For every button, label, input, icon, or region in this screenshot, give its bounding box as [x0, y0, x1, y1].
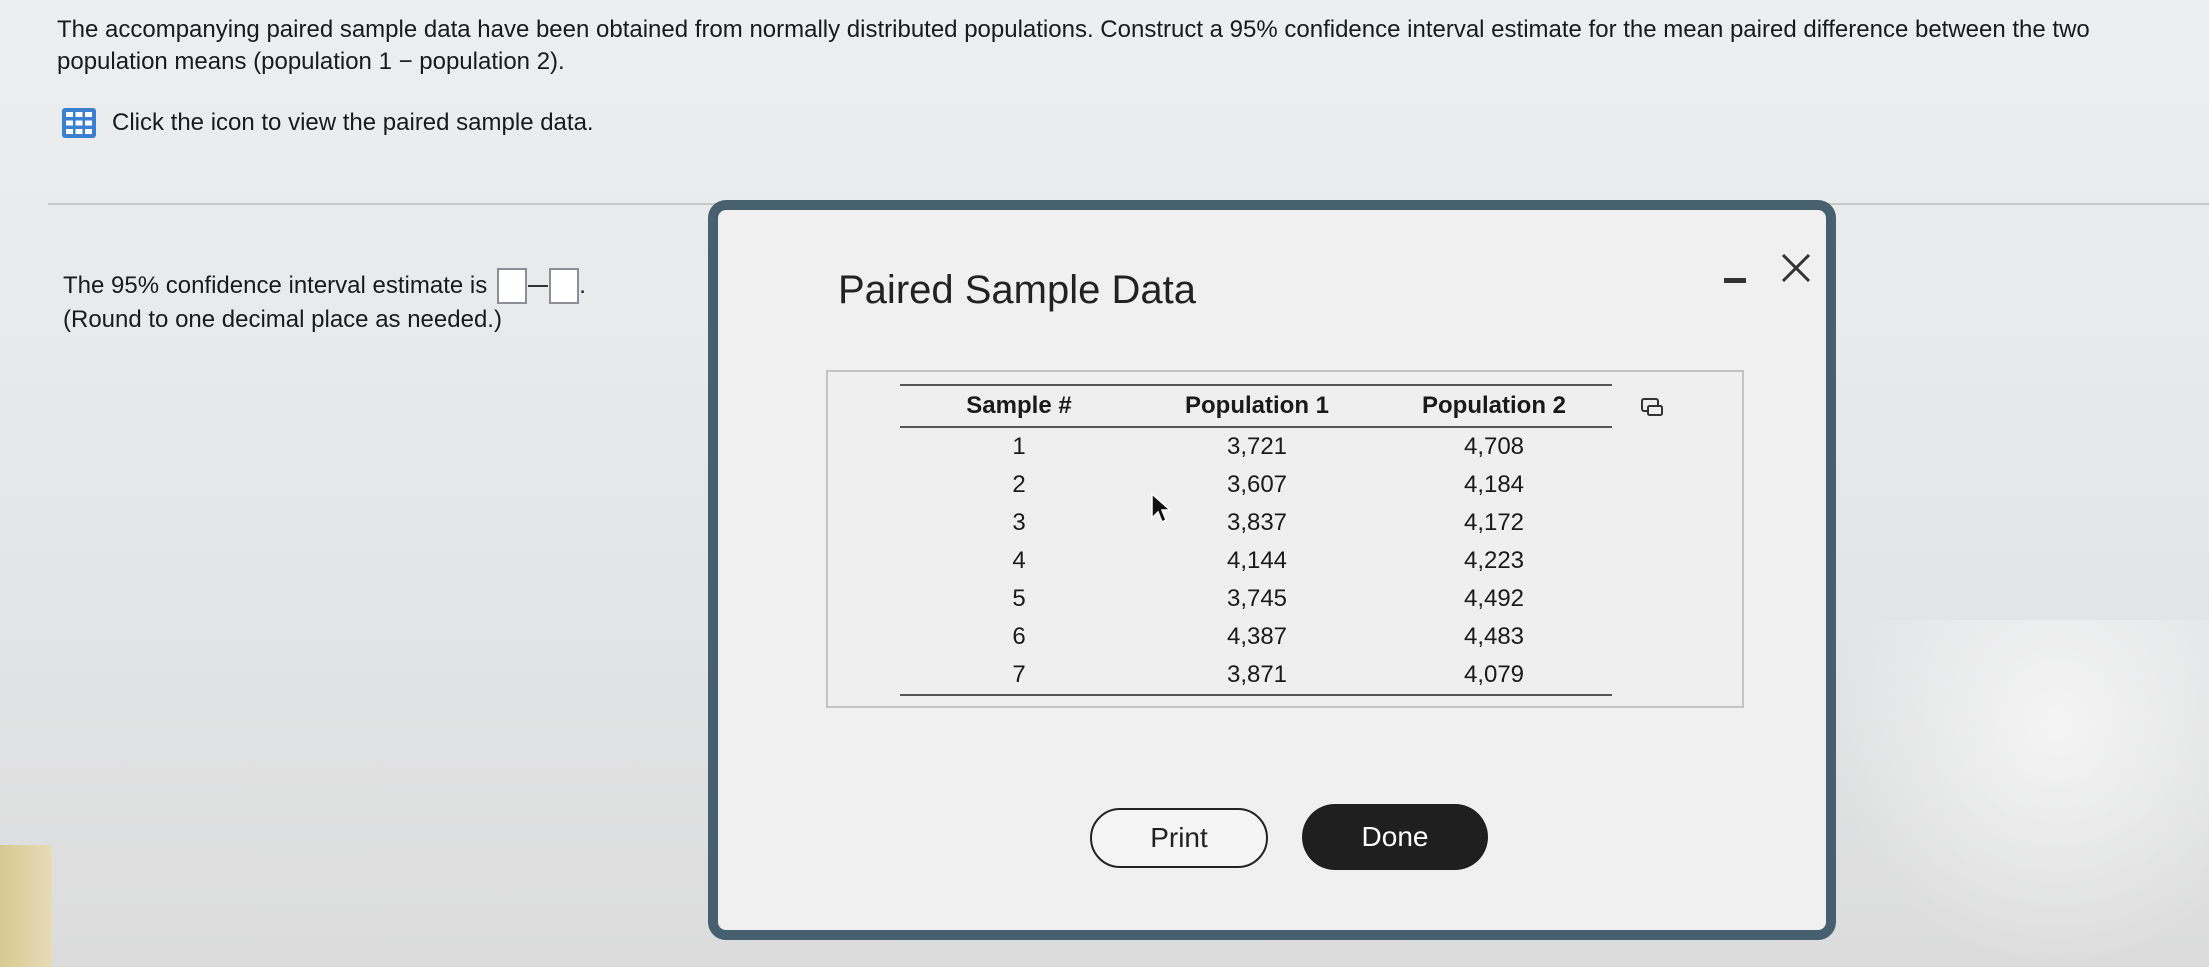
sample-cell: 5: [1012, 585, 1026, 612]
paired-data-link[interactable]: Click the icon to view the paired sample…: [62, 108, 594, 138]
population-2-cell: 4,483: [1463, 623, 1525, 650]
column-header-population-2: Population 2: [1422, 392, 1566, 419]
sample-cell: 1: [1012, 433, 1026, 460]
table-row: 7 3,871 4,079: [900, 656, 1612, 695]
table-row: 6 4,387 4,483: [900, 618, 1612, 656]
population-1-cell: 3,837: [1226, 509, 1288, 536]
mouse-pointer-icon: [1151, 492, 1172, 524]
rounding-note: (Round to one decimal place as needed.): [63, 306, 502, 333]
table-row: 4 4,144 4,223: [900, 542, 1612, 580]
copy-icon[interactable]: [1640, 396, 1664, 418]
ci-prefix-text: The 95% confidence interval estimate is: [63, 272, 488, 299]
grid-icon[interactable]: [62, 108, 96, 138]
population-2-cell: 4,079: [1463, 661, 1525, 688]
population-1-cell: 4,387: [1226, 623, 1288, 650]
table-row: 1 3,721 4,708: [900, 427, 1612, 466]
population-2-cell: 4,172: [1463, 509, 1525, 536]
paired-data-link-label[interactable]: Click the icon to view the paired sample…: [112, 109, 594, 137]
table-row: 5 3,745 4,492: [900, 580, 1612, 618]
column-header-population-1: Population 1: [1185, 392, 1329, 419]
sample-cell: 4: [1012, 547, 1026, 574]
sample-cell: 6: [1012, 623, 1026, 650]
ci-upper-input[interactable]: [549, 268, 580, 304]
confidence-interval-prompt: The 95% confidence interval estimate is …: [63, 268, 586, 304]
data-table-frame: Sample # Population 1 Population 2 1 3,7…: [826, 370, 1744, 708]
ci-suffix-text: .: [579, 272, 586, 299]
paired-data-table: Sample # Population 1 Population 2 1 3,7…: [900, 384, 1612, 696]
population-1-cell: 3,607: [1226, 471, 1288, 498]
background-glare: [1829, 620, 2209, 967]
question-text: The accompanying paired sample data have…: [57, 16, 2090, 75]
population-1-cell: 4,144: [1226, 547, 1288, 574]
table-row: 2 3,607 4,184: [900, 466, 1612, 504]
dialog-title: Paired Sample Data: [838, 268, 1196, 312]
minimize-icon[interactable]: [1724, 266, 1752, 294]
ci-lower-input[interactable]: [497, 268, 528, 304]
population-2-cell: 4,223: [1463, 547, 1525, 574]
paired-sample-data-dialog: Paired Sample Data Sample # Population 1…: [708, 200, 1836, 940]
population-1-cell: 3,871: [1226, 661, 1288, 688]
done-button[interactable]: Done: [1302, 804, 1488, 870]
background-left-strip: [0, 845, 52, 967]
close-icon[interactable]: [1778, 250, 1814, 286]
population-2-cell: 4,492: [1463, 585, 1525, 612]
population-2-cell: 4,184: [1463, 471, 1525, 498]
column-header-sample: Sample #: [966, 392, 1072, 419]
table-header-row: Sample # Population 1 Population 2: [900, 385, 1612, 427]
sample-cell: 7: [1012, 661, 1026, 688]
table-row: 3 3,837 4,172: [900, 504, 1612, 542]
sample-cell: 2: [1012, 471, 1026, 498]
sample-cell: 3: [1012, 509, 1026, 536]
population-1-cell: 3,745: [1226, 585, 1288, 612]
ci-dash: [528, 285, 549, 287]
print-button[interactable]: Print: [1090, 808, 1268, 868]
population-2-cell: 4,708: [1463, 433, 1525, 460]
population-1-cell: 3,721: [1226, 433, 1288, 460]
